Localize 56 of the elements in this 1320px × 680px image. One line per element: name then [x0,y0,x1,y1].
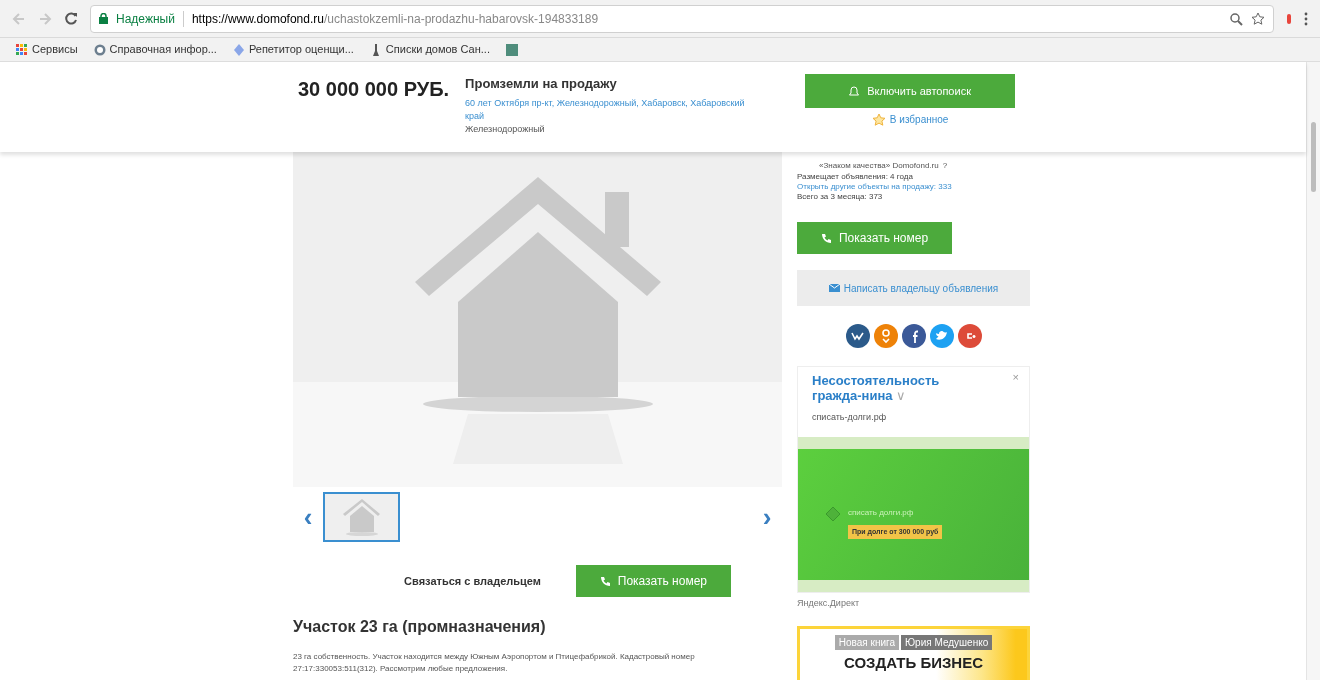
close-icon[interactable]: × [1012,369,1019,386]
message-owner-button[interactable]: Написать владельцу объявления [797,270,1030,306]
address-link[interactable]: 60 лет Октября пр-кт, Железнодорожный, Хабаровск, Хабаровский край [465,96,756,123]
bookmark-link[interactable]: Справочная инфор... [109,41,217,58]
banner-text: списать долги.рф [848,506,915,519]
ad-headline: СОЗДАТЬ БИЗНЕС [843,653,983,673]
seller-info: Всего за 3 месяца: 373 [797,192,884,202]
twitter-icon[interactable] [929,324,954,348]
show-phone-button[interactable]: Показать номер [575,565,731,597]
listings-link[interactable]: Открыть другие объекты на продажу: 333 [797,182,1030,192]
phone-icon [820,233,831,243]
listing-title: Участок 23 га (промназначения) [293,617,547,637]
lock-icon [99,13,108,24]
scrollbar-thumb[interactable] [1311,122,1316,192]
bookmark-link[interactable]: Репетитор оценщи... [248,41,354,58]
facebook-icon[interactable] [901,324,926,348]
star-icon [871,112,886,127]
ad-tag: Юрия Медушенко [901,635,993,650]
price-text: 30 000 000 РУБ. [298,77,450,102]
phone-icon [599,576,610,586]
star-icon[interactable] [1251,11,1265,26]
mail-icon [828,284,840,292]
previous-arrow[interactable]: ‹ [293,504,323,530]
apps-icon [16,43,28,56]
bell-icon [849,85,860,97]
vk-icon[interactable] [845,324,870,348]
book-ad[interactable]: Новая книга Юрия Медушенко СОЗДАТЬ БИЗНЕС [797,626,1030,680]
listing-type: Промземли на продажу [465,75,618,93]
favorite-link[interactable]: В избранное [871,112,949,127]
ad-title[interactable]: Несостоятельность гражда-нина ∨ [798,367,998,403]
ad-tag: Новая книга [834,635,899,650]
seller-info: Размещает объявления: 4 года [797,172,914,182]
diamond-icon [826,506,840,521]
address-bar[interactable]: Надежный https://www.domofond.ru/uchastokzemli-na-prodazhu-habarovsk-194833189 [90,4,1274,33]
district-text: Железнодорожный [465,122,546,136]
zoom-icon[interactable] [1229,11,1243,26]
menu-icon[interactable] [1304,11,1308,26]
globe-icon [93,43,106,56]
diamond-icon [232,43,245,56]
show-phone-button[interactable]: Показать номер [797,222,952,254]
help-mark[interactable]: ? [942,160,948,172]
bookmark-link[interactable]: Списки домов Сан... [385,41,490,58]
listing-description: 23 га собственность. Участок находится между Южным Аэропортом и Птицефабрикой. Кадастровый номер 27:17:330053:511(312). Рассмотрим любые предложения. [293,651,696,675]
tile-icon [505,43,518,56]
extension-icon[interactable] [1286,11,1292,26]
ad-caption: Яндекс.Директ [797,596,861,610]
autosearch-button[interactable]: Включить автопоиск [805,74,1016,108]
quality-badge-text: «Знаком качества» Domofond.ru [819,160,939,172]
reload-icon[interactable] [64,11,78,26]
contact-label: Связаться с владельцем [404,573,541,589]
google-plus-icon[interactable] [957,324,982,348]
next-arrow[interactable]: › [752,504,782,530]
bookmark-link[interactable]: Сервисы [32,41,78,58]
url-text: https://www.domofond.ru/uchastokzemli-na-prodazhu-habarovsk-194833189 [191,10,600,28]
security-label: Надежный [116,10,175,28]
ad-domain[interactable]: списать-долги.рф [798,411,1029,425]
